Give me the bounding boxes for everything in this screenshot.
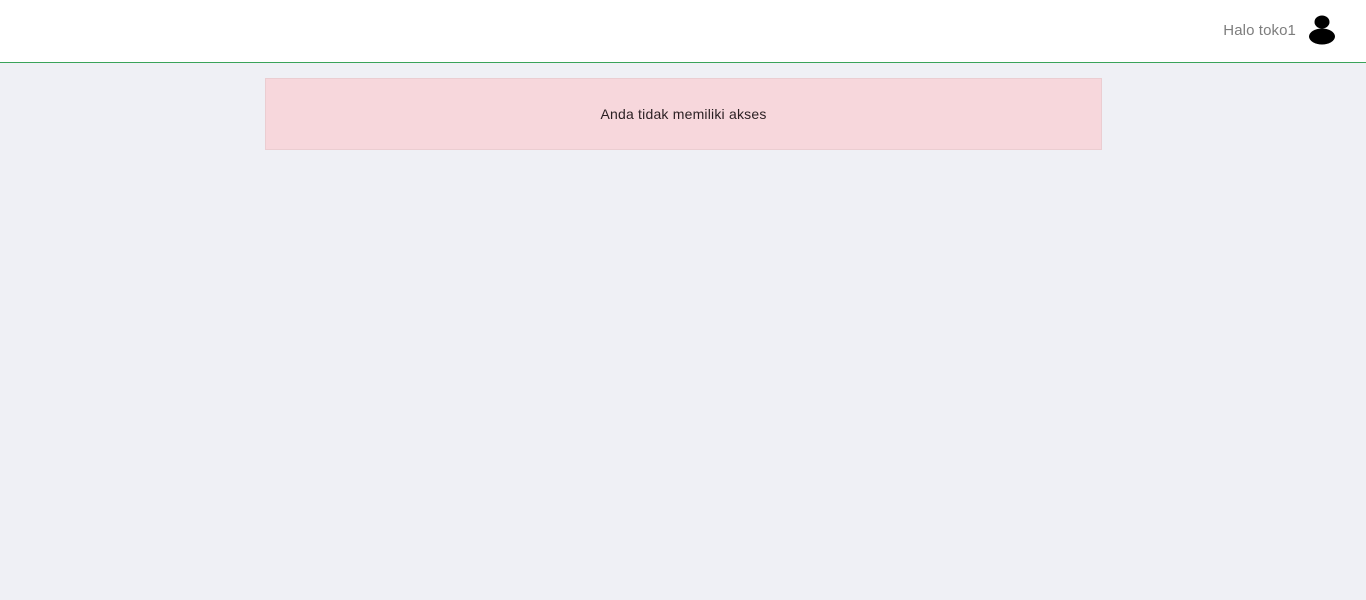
alert-message: Anda tidak memiliki akses [600, 106, 767, 122]
user-menu[interactable]: Halo toko1 [1223, 15, 1336, 45]
user-icon [1309, 15, 1335, 45]
user-greeting: Halo toko1 [1223, 21, 1296, 39]
top-navbar: Halo toko1 [0, 0, 1366, 63]
access-denied-alert: Anda tidak memiliki akses [265, 78, 1102, 150]
